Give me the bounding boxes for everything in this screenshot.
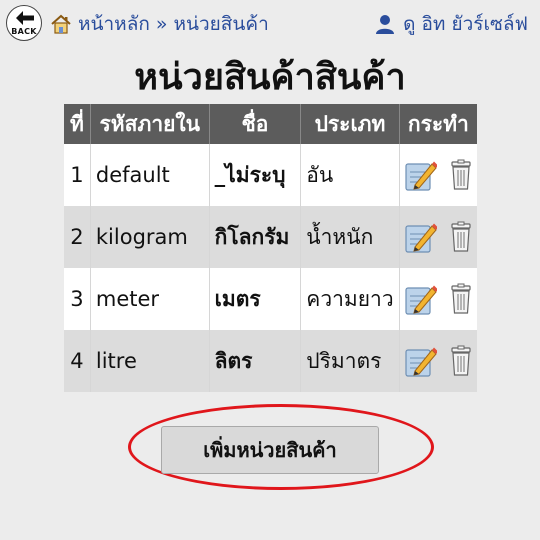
row-name: เมตร: [208, 268, 301, 330]
back-label: BACK: [11, 27, 37, 36]
arrow-left-icon: [16, 11, 34, 25]
row-actions: [398, 268, 477, 330]
row-type: อัน: [300, 144, 400, 206]
row-code: default: [89, 144, 210, 206]
row-actions: [398, 330, 477, 392]
user-icon: [376, 15, 395, 34]
breadcrumb-current-link[interactable]: หน่วยสินค้า: [173, 9, 268, 39]
back-button[interactable]: BACK: [6, 5, 42, 41]
breadcrumb-home-link[interactable]: หน้าหลัก: [78, 9, 150, 39]
table-row: 1 default _ไม่ระบุ อัน: [64, 144, 477, 206]
table-row: 3 meter เมตร ความยาว: [64, 268, 477, 330]
header-name: ชื่อ: [208, 104, 301, 144]
row-index: 3: [64, 268, 91, 330]
row-index: 1: [64, 144, 91, 206]
row-name: _ไม่ระบุ: [208, 144, 301, 206]
row-index: 4: [64, 330, 91, 392]
table-row: 4 litre ลิตร ปริมาตร: [64, 330, 477, 392]
page: BACK หน้าหลัก » หน่วยสินค้า ดู อิท ยัวร์…: [0, 0, 540, 540]
add-unit-area: เพิ่มหน่วยสินค้า: [128, 404, 434, 490]
row-code: meter: [89, 268, 210, 330]
row-actions: [398, 206, 477, 268]
row-type: น้ำหนัก: [300, 206, 400, 268]
row-name: กิโลกรัม: [208, 206, 301, 268]
breadcrumb: หน้าหลัก » หน่วยสินค้า: [50, 10, 269, 38]
home-icon: [51, 14, 71, 34]
table-row: 2 kilogram กิโลกรัม น้ำหนัก: [64, 206, 477, 268]
header-type: ประเภท: [300, 104, 400, 144]
add-unit-button[interactable]: เพิ่มหน่วยสินค้า: [161, 426, 379, 474]
row-name: ลิตร: [208, 330, 301, 392]
header-code: รหัสภายใน: [89, 104, 210, 144]
trash-icon[interactable]: [450, 283, 472, 315]
user-name: ดู อิท ยัวร์เซล์ฟ: [403, 13, 528, 35]
trash-icon[interactable]: [450, 221, 472, 253]
units-table: ที่ รหัสภายใน ชื่อ ประเภท กระทำ 1 defaul…: [64, 104, 477, 392]
row-index: 2: [64, 206, 91, 268]
row-code: litre: [89, 330, 210, 392]
page-title: หน่วยสินค้าสินค้า: [134, 57, 406, 98]
row-type: ปริมาตร: [300, 330, 400, 392]
row-actions: [398, 144, 477, 206]
edit-icon[interactable]: [405, 282, 437, 316]
edit-icon[interactable]: [405, 344, 437, 378]
trash-icon[interactable]: [450, 345, 472, 377]
trash-icon[interactable]: [450, 159, 472, 191]
user-menu[interactable]: ดู อิท ยัวร์เซล์ฟ: [375, 10, 528, 38]
header-actions: กระทำ: [398, 104, 477, 144]
edit-icon[interactable]: [405, 220, 437, 254]
breadcrumb-separator: »: [155, 13, 168, 35]
row-code: kilogram: [89, 206, 210, 268]
header-index: ที่: [64, 104, 91, 144]
top-nav: BACK หน้าหลัก » หน่วยสินค้า ดู อิท ยัวร์…: [0, 0, 540, 48]
edit-icon[interactable]: [405, 158, 437, 192]
table-header-row: ที่ รหัสภายใน ชื่อ ประเภท กระทำ: [64, 104, 477, 144]
row-type: ความยาว: [300, 268, 400, 330]
